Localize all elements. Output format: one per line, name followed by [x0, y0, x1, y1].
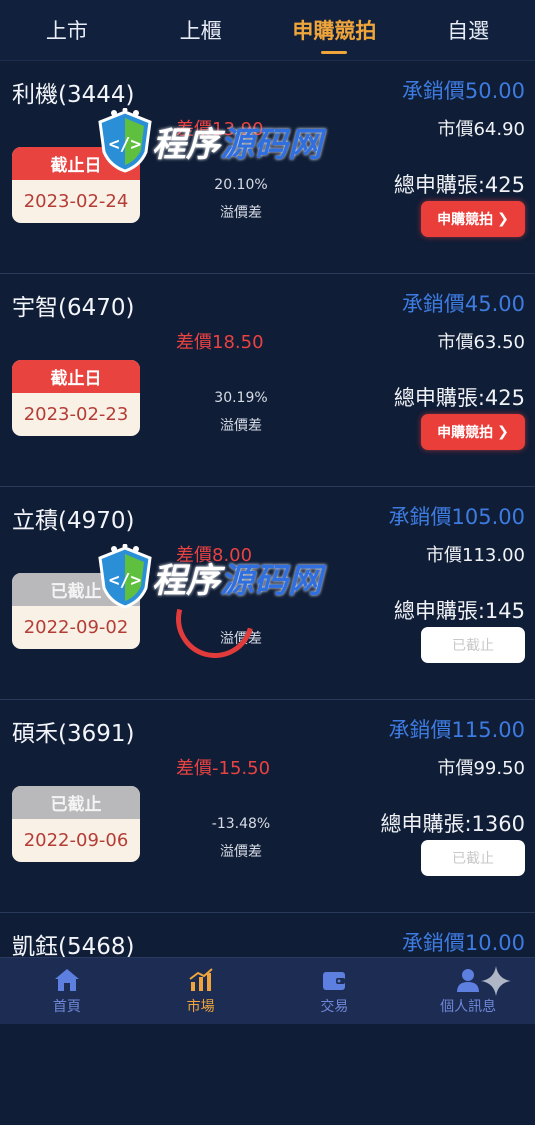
underwriting-price: 承銷價45.00	[401, 292, 525, 316]
bottom-nav: 首頁 市場 交易 個人訊息	[0, 957, 535, 1024]
market-price: 市價64.90	[437, 119, 525, 140]
market-price: 市價113.00	[426, 545, 525, 566]
ipo-card[interactable]: 立積(4970) 承銷價105.00 差價8.00 市價113.00 已截止 2…	[0, 487, 535, 700]
subscribe-button[interactable]: 申購競拍 ❯	[421, 201, 525, 237]
stock-name: 宇智(6470)	[12, 295, 135, 321]
subscribe-button-label: 申購競拍	[437, 425, 494, 441]
underwriting-price: 承銷價50.00	[401, 79, 525, 103]
tab-subscription-auction[interactable]: 申購競拍	[268, 0, 402, 60]
total-subscriptions: 總申購張:425	[393, 386, 525, 410]
premium-label: 溢價差	[220, 631, 262, 647]
price-difference: 差價-15.50	[176, 758, 271, 779]
closed-button-label: 已截止	[452, 851, 494, 867]
tab-watchlist[interactable]: 自選	[401, 0, 535, 60]
ipo-card[interactable]: 碩禾(3691) 承銷價115.00 差價-15.50 市價99.50 已截止 …	[0, 700, 535, 913]
top-tab-bar: 上市 上櫃 申購競拍 自選	[0, 0, 535, 61]
nav-trade[interactable]: 交易	[268, 958, 402, 1024]
deadline-box: 已截止 2022-09-02	[12, 573, 140, 649]
market-price: 市價99.50	[437, 758, 525, 779]
deadline-label: 已截止	[12, 786, 140, 819]
premium-percent: 20.10%	[214, 177, 268, 193]
wallet-icon	[323, 971, 346, 990]
deadline-label: 截止日	[12, 360, 140, 393]
premium-percent: 30.19%	[214, 390, 268, 406]
tab-otc[interactable]: 上櫃	[134, 0, 268, 60]
total-subscriptions: 總申購張:425	[393, 173, 525, 197]
chevron-right-icon: ❯	[497, 211, 509, 227]
market-price: 市價63.50	[437, 332, 525, 353]
underwriting-price: 承銷價10.00	[401, 931, 525, 955]
deadline-box: 已截止 2022-09-06	[12, 786, 140, 862]
stock-name: 利機(3444)	[12, 82, 135, 108]
stock-name: 立積(4970)	[12, 508, 135, 534]
subscribe-button-label: 申購競拍	[437, 212, 494, 228]
user-icon	[457, 968, 480, 992]
closed-button[interactable]: 已截止	[421, 840, 525, 876]
premium-percent: -13.48%	[211, 816, 271, 832]
deadline-date: 2022-09-02	[23, 617, 129, 638]
nav-home[interactable]: 首頁	[0, 958, 134, 1024]
market-chart-icon	[189, 967, 213, 991]
deadline-date: 2022-09-06	[23, 830, 129, 851]
chevron-right-icon: ❯	[497, 424, 509, 440]
deadline-label: 截止日	[12, 147, 140, 180]
subscribe-button[interactable]: 申購競拍 ❯	[421, 414, 525, 450]
ipo-card[interactable]: 利機(3444) 承銷價50.00 差價13.90 市價64.90 截止日 20…	[0, 61, 535, 274]
underwriting-price: 承銷價115.00	[388, 718, 525, 742]
premium-label: 溢價差	[220, 418, 262, 434]
stock-name: 碩禾(3691)	[12, 721, 135, 747]
underwriting-price: 承銷價105.00	[388, 505, 525, 529]
nav-home-label: 首頁	[52, 998, 81, 1015]
home-icon	[54, 968, 79, 991]
total-subscriptions: 總申購張:145	[393, 599, 525, 623]
deadline-date: 2023-02-23	[23, 404, 129, 425]
closed-button-label: 已截止	[452, 638, 494, 654]
nav-profile-label: 個人訊息	[440, 998, 497, 1015]
price-difference: 差價18.50	[176, 332, 264, 353]
total-subscriptions: 總申購張:1360	[380, 812, 525, 836]
premium-label: 溢價差	[220, 844, 262, 860]
nav-trade-label: 交易	[320, 998, 349, 1015]
deadline-label: 已截止	[12, 573, 140, 606]
deadline-box: 截止日 2023-02-23	[12, 360, 140, 436]
premium-label: 溢價差	[220, 205, 262, 221]
deadline-date: 2023-02-24	[23, 191, 129, 212]
nav-profile[interactable]: 個人訊息	[401, 958, 535, 1024]
price-difference: 差價13.90	[176, 119, 264, 140]
stock-name: 凱鈺(5468)	[12, 934, 135, 960]
price-difference: 差價8.00	[176, 545, 253, 566]
closed-button[interactable]: 已截止	[421, 627, 525, 663]
ipo-card[interactable]: 宇智(6470) 承銷價45.00 差價18.50 市價63.50 截止日 20…	[0, 274, 535, 487]
deadline-box: 截止日 2023-02-24	[12, 147, 140, 223]
tab-listed[interactable]: 上市	[0, 0, 134, 60]
nav-market-label: 市場	[186, 998, 215, 1015]
nav-market[interactable]: 市場	[134, 958, 268, 1024]
